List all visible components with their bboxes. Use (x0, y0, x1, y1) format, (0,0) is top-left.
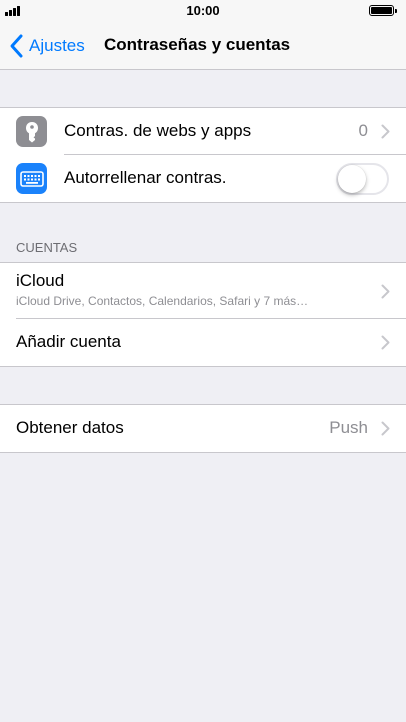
keyboard-icon (16, 163, 47, 194)
passwords-group: Contras. de webs y apps 0 Autorrellenar … (0, 107, 406, 203)
add-account-row[interactable]: Añadir cuenta (0, 319, 406, 366)
status-bar: 10:00 (0, 0, 406, 22)
icloud-title: iCloud (16, 271, 65, 290)
chevron-right-icon (381, 284, 390, 299)
page-title: Contraseñas y cuentas (104, 35, 291, 54)
autofill-passwords-toggle[interactable] (336, 163, 389, 195)
icloud-row[interactable]: iCloud iCloud Drive, Contactos, Calendar… (0, 263, 406, 319)
battery-icon (369, 5, 397, 16)
accounts-section-header: CUENTAS (16, 240, 78, 255)
autofill-passwords-row: Autorrellenar contras. (0, 155, 406, 202)
icloud-subtitle: iCloud Drive, Contactos, Calendarios, Sa… (16, 294, 309, 308)
fetch-data-label: Obtener datos (16, 418, 124, 437)
chevron-left-icon (10, 34, 23, 58)
add-account-label: Añadir cuenta (16, 332, 121, 351)
websites-passwords-count: 0 (358, 121, 368, 140)
fetch-data-group: Obtener datos Push (0, 404, 406, 453)
autofill-passwords-label: Autorrellenar contras. (64, 168, 227, 187)
key-icon (16, 116, 47, 147)
back-label: Ajustes (29, 36, 85, 55)
toggle-knob (338, 165, 366, 193)
chevron-right-icon (381, 335, 390, 350)
back-button[interactable]: Ajustes (8, 33, 85, 59)
status-time: 10:00 (186, 3, 220, 18)
websites-passwords-row[interactable]: Contras. de webs y apps 0 (0, 108, 406, 155)
accounts-group: iCloud iCloud Drive, Contactos, Calendar… (0, 262, 406, 367)
chevron-right-icon (381, 421, 390, 436)
navigation-bar: Ajustes Contraseñas y cuentas (0, 22, 406, 70)
fetch-data-row[interactable]: Obtener datos Push (0, 405, 406, 452)
chevron-right-icon (381, 124, 390, 139)
fetch-data-value: Push (329, 418, 368, 437)
websites-passwords-label: Contras. de webs y apps (64, 121, 252, 140)
